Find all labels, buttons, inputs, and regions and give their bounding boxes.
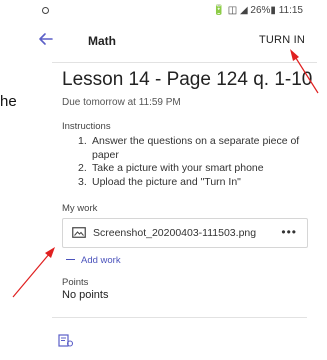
assignment-title: Lesson 14 - Page 124 q. 1-10	[62, 69, 313, 90]
margin-text-fragment: he	[0, 93, 17, 110]
add-work-button[interactable]: Add work	[66, 255, 121, 266]
more-options-icon[interactable]: •••	[281, 225, 297, 239]
footer-divider	[52, 317, 307, 318]
plus-icon	[66, 258, 75, 261]
app-bar: Math TURN IN	[30, 26, 317, 56]
due-date: Due tomorrow at 11:59 PM	[62, 97, 181, 108]
instruction-item: 3. Upload the picture and "Turn In"	[78, 175, 241, 188]
status-bar: 🔋 ◫ ◢ 26%▮ 11:15	[30, 0, 317, 22]
status-right-text: 🔋 ◫ ◢ 26%▮ 11:15	[212, 5, 303, 16]
instruction-item: 2. Take a picture with your smart phone	[78, 162, 264, 174]
points-label: Points	[62, 277, 89, 288]
phone-screen: 🔋 ◫ ◢ 26%▮ 11:15 Math TURN IN Lesson 14 …	[30, 0, 317, 360]
header-divider	[52, 62, 317, 63]
instructions-label: Instructions	[62, 121, 111, 132]
immersive-reader-icon[interactable]	[58, 334, 74, 348]
file-name: Screenshot_20200403-111503.png	[93, 227, 257, 239]
instructions-list: 1. Answer the questions on a separate pie…	[78, 135, 308, 189]
notification-icon	[42, 7, 49, 14]
instruction-item: 1. Answer the questions on a separate pie…	[78, 135, 300, 161]
points-value: No points	[62, 289, 109, 301]
app-title: Math	[88, 34, 116, 48]
image-file-icon	[72, 227, 86, 238]
arrow-left-icon[interactable]	[36, 29, 56, 49]
turn-in-button[interactable]: TURN IN	[259, 34, 305, 46]
my-work-label: My work	[62, 203, 98, 214]
attached-file[interactable]: Screenshot_20200403-111503.png •••	[62, 218, 308, 248]
